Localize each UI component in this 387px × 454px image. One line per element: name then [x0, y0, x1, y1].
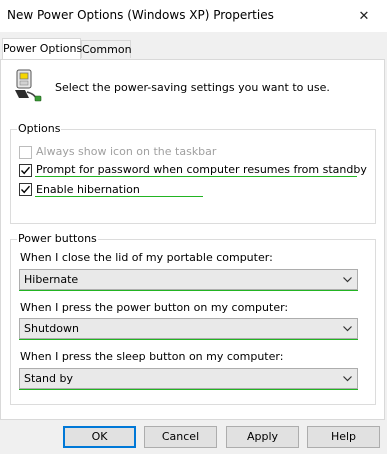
power-button-action-underline — [19, 339, 358, 340]
help-button[interactable]: Help — [307, 426, 380, 448]
show-taskbar-icon-label: Always show icon on the taskbar — [36, 145, 217, 158]
sleep-button-action-value: Stand by — [24, 372, 73, 385]
enable-hibernation-underline — [35, 196, 203, 197]
power-button-action-label: When I press the power button on my comp… — [20, 301, 289, 314]
prompt-password-label: Prompt for password when computer resume… — [36, 163, 367, 176]
lid-action-value: Hibernate — [24, 273, 79, 286]
chevron-down-icon — [343, 326, 352, 332]
power-button-action-dropdown[interactable]: Shutdown — [19, 318, 358, 340]
sleep-button-action-underline — [19, 389, 358, 390]
checkmark-icon — [20, 185, 31, 194]
tab-label: Power Options — [3, 42, 83, 55]
power-options-icon — [11, 68, 43, 104]
prompt-password-underline — [35, 176, 357, 177]
enable-hibernation-label: Enable hibernation — [36, 183, 140, 196]
tab-strip: Power Options Common — [0, 38, 387, 60]
lid-action-label: When I close the lid of my portable comp… — [20, 251, 273, 264]
ok-button[interactable]: OK — [63, 426, 136, 448]
tab-panel: Select the power-saving settings you wan… — [0, 59, 385, 420]
sleep-button-action-label: When I press the sleep button on my comp… — [20, 350, 284, 363]
options-group-title: Options — [17, 122, 62, 135]
cancel-button[interactable]: Cancel — [144, 426, 217, 448]
chevron-down-icon — [343, 277, 352, 283]
window-title: New Power Options (Windows XP) Propertie… — [7, 8, 274, 22]
tab-label: Common — [82, 43, 132, 56]
chevron-down-icon — [343, 376, 352, 382]
sleep-button-action-dropdown[interactable]: Stand by — [19, 368, 358, 390]
checkmark-icon — [20, 166, 31, 175]
lid-action-dropdown[interactable]: Hibernate — [19, 269, 358, 291]
close-button[interactable]: ✕ — [341, 0, 387, 32]
show-taskbar-icon-checkbox[interactable] — [19, 146, 32, 159]
apply-button[interactable]: Apply — [226, 426, 299, 448]
enable-hibernation-checkbox[interactable] — [19, 183, 32, 196]
intro-text: Select the power-saving settings you wan… — [55, 81, 330, 94]
lid-action-underline — [19, 290, 358, 291]
tab-power-options[interactable]: Power Options — [2, 38, 83, 59]
power-button-action-value: Shutdown — [24, 322, 79, 335]
title-bar: New Power Options (Windows XP) Propertie… — [0, 0, 387, 32]
prompt-password-checkbox[interactable] — [19, 164, 32, 177]
power-buttons-group-title: Power buttons — [17, 232, 98, 245]
tab-common[interactable]: Common — [81, 40, 132, 58]
close-icon: ✕ — [358, 8, 370, 24]
